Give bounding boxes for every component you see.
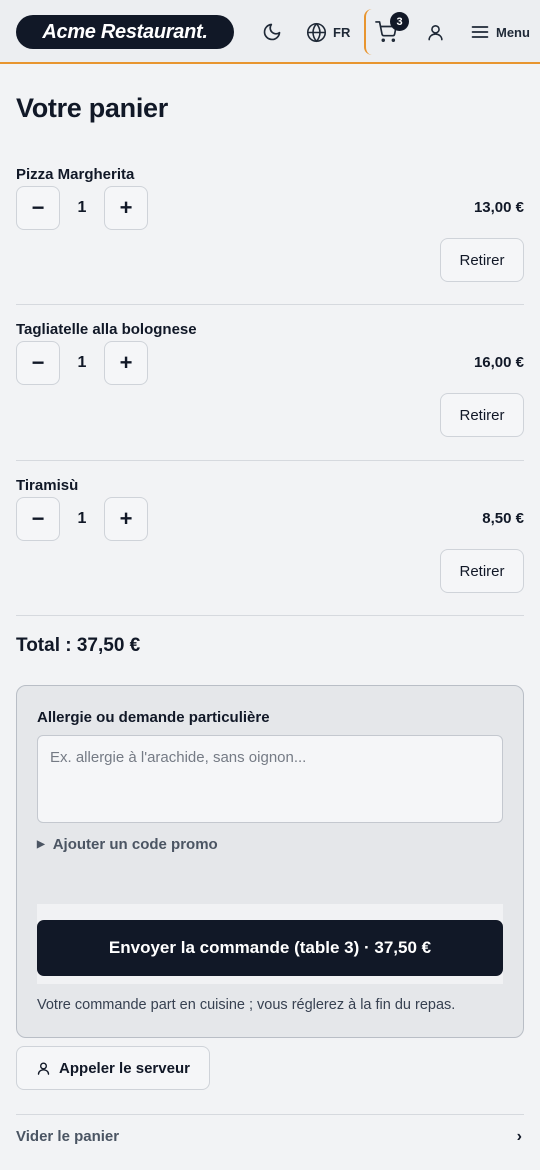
cart-item: Tiramisù − 1 + 8,50 € Retirer xyxy=(16,477,524,633)
item-name: Tagliatelle alla bolognese xyxy=(16,321,197,338)
item-name: Pizza Margherita xyxy=(16,166,135,183)
send-order-button[interactable]: Envoyer la commande (table 3) · 37,50 € xyxy=(37,920,503,976)
menu-label: Menu xyxy=(496,24,530,40)
cart-count-badge: 3 xyxy=(390,12,409,31)
language-label: FR xyxy=(333,24,351,40)
remove-item-button[interactable]: Retirer xyxy=(440,549,524,593)
increase-quantity-button[interactable]: + xyxy=(104,341,148,385)
item-quantity: 1 xyxy=(77,510,87,527)
cart-item: Pizza Margherita − 1 + 13,00 € Retirer xyxy=(16,166,524,322)
user-icon xyxy=(427,24,443,40)
cart-total: Total : 37,50 € xyxy=(16,635,141,656)
user-icon xyxy=(37,1062,50,1075)
clear-cart-label: Vider le panier xyxy=(16,1128,120,1145)
promo-code-label: Ajouter un code promo xyxy=(52,836,218,853)
decrease-quantity-button[interactable]: − xyxy=(16,341,60,385)
disclosure-triangle-icon: ▶ xyxy=(37,839,45,850)
remove-item-button[interactable]: Retirer xyxy=(440,238,524,282)
item-divider xyxy=(16,460,524,461)
order-panel: Allergie ou demande particulière ▶ Ajout… xyxy=(16,685,524,1038)
menu-button[interactable]: Menu xyxy=(470,18,536,46)
restaurant-logo[interactable]: Acme Restaurant. xyxy=(16,15,234,49)
remove-item-button[interactable]: Retirer xyxy=(440,393,524,437)
allergy-textarea[interactable] xyxy=(37,735,503,823)
call-waiter-label: Appeler le serveur xyxy=(59,1059,190,1077)
item-divider xyxy=(16,304,524,305)
dark-mode-toggle[interactable] xyxy=(258,18,286,46)
moon-icon xyxy=(263,23,281,41)
promo-code-toggle[interactable]: ▶ Ajouter un code promo xyxy=(37,836,218,853)
top-header: Acme Restaurant. FR 3 Menu xyxy=(0,0,540,64)
item-price: 8,50 € xyxy=(482,510,524,527)
order-note: Votre commande part en cuisine ; vous ré… xyxy=(37,997,456,1013)
item-quantity: 1 xyxy=(77,354,87,371)
allergy-label: Allergie ou demande particulière xyxy=(37,709,270,726)
decrease-quantity-button[interactable]: − xyxy=(16,186,60,230)
cart-item: Tagliatelle alla bolognese − 1 + 16,00 €… xyxy=(16,321,524,477)
send-order-area: Envoyer la commande (table 3) · 37,50 € xyxy=(37,904,503,984)
clear-cart-row[interactable]: Vider le panier › xyxy=(16,1114,524,1158)
account-button[interactable] xyxy=(422,18,448,46)
increase-quantity-button[interactable]: + xyxy=(104,497,148,541)
item-quantity: 1 xyxy=(77,199,87,216)
language-selector[interactable]: FR xyxy=(306,18,358,46)
increase-quantity-button[interactable]: + xyxy=(104,186,148,230)
decrease-quantity-button[interactable]: − xyxy=(16,497,60,541)
item-price: 13,00 € xyxy=(473,199,524,216)
item-divider xyxy=(16,615,524,616)
item-price: 16,00 € xyxy=(473,354,524,371)
page-title: Votre panier xyxy=(16,93,168,123)
call-waiter-button[interactable]: Appeler le serveur xyxy=(16,1046,210,1090)
item-name: Tiramisù xyxy=(16,477,79,494)
globe-icon xyxy=(306,22,327,42)
chevron-right-icon: › xyxy=(516,1127,522,1145)
hamburger-icon xyxy=(471,26,489,38)
